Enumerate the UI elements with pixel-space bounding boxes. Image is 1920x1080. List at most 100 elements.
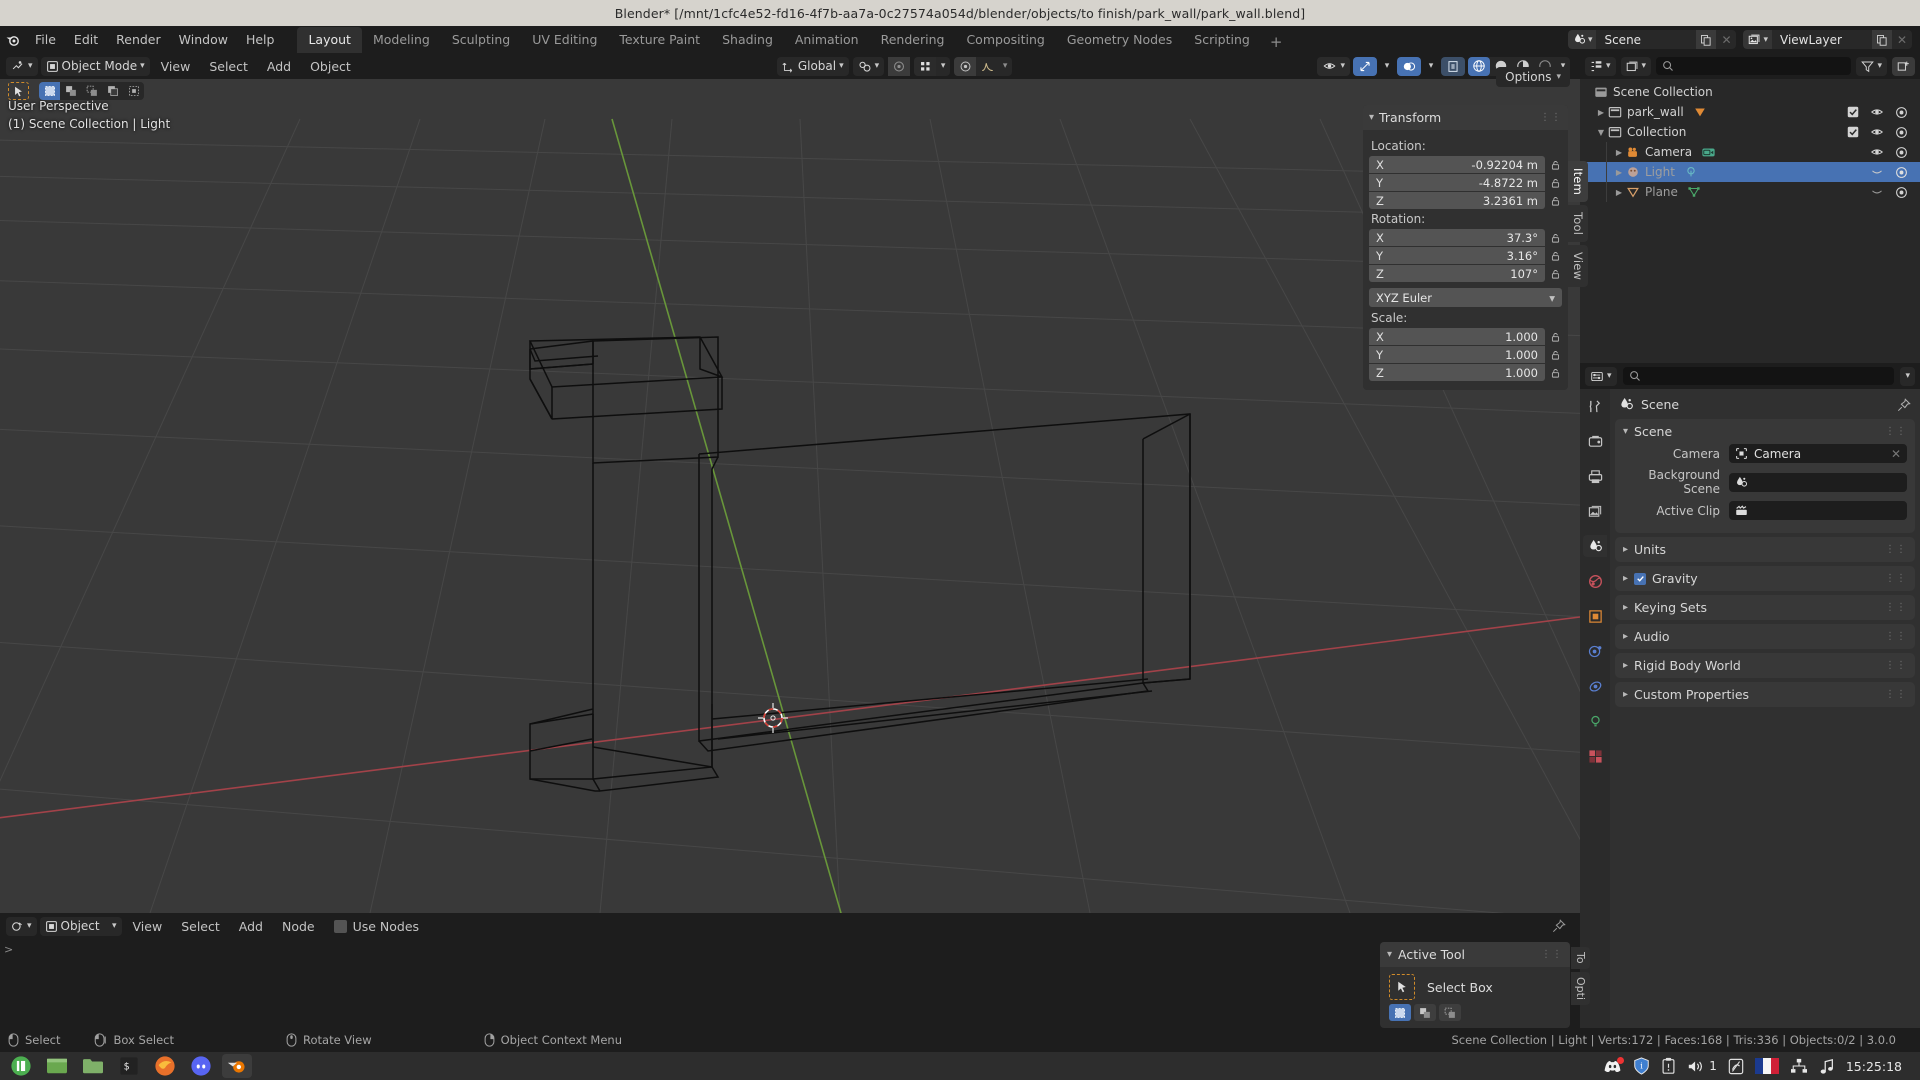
- remove-viewlayer-button[interactable]: ✕: [1892, 30, 1912, 49]
- lock-location-y-icon[interactable]: [1549, 175, 1562, 190]
- viewport-menu-add[interactable]: Add: [259, 56, 299, 77]
- sidebar-tab-tool[interactable]: Tool: [1568, 204, 1588, 243]
- viewlayer-name-field[interactable]: ViewLayer: [1772, 30, 1872, 49]
- outliner-display-mode-selector[interactable]: ▾: [1620, 56, 1652, 76]
- scale-y-field[interactable]: Y 1.000: [1369, 346, 1545, 363]
- scale-z-field[interactable]: Z 1.000: [1369, 364, 1545, 381]
- lock-scale-y-icon[interactable]: [1549, 347, 1562, 362]
- workspace-tab-sculpting[interactable]: Sculpting: [441, 27, 521, 53]
- viewlayer-icon[interactable]: ▾: [1743, 30, 1772, 49]
- falloff-dropdown-chevron-icon[interactable]: ▾: [998, 57, 1012, 76]
- select-new-mode-icon[interactable]: [1389, 1004, 1411, 1021]
- scene-camera-field[interactable]: Camera ✕: [1729, 444, 1907, 463]
- node-menu-node[interactable]: Node: [274, 916, 323, 937]
- pin-icon[interactable]: [1552, 919, 1566, 933]
- workspace-tab-texture-paint[interactable]: Texture Paint: [608, 27, 711, 53]
- properties-tab-constraints[interactable]: [1583, 675, 1607, 697]
- rotation-mode-selector[interactable]: XYZ Euler ▾: [1369, 288, 1562, 307]
- units-panel-header[interactable]: ▸ Units ⋮⋮: [1615, 537, 1915, 562]
- location-z-field[interactable]: Z 3.2361 m: [1369, 192, 1545, 209]
- use-nodes-checkbox[interactable]: [333, 919, 347, 933]
- outliner-row-park-wall[interactable]: ▶ park_wall: [1580, 102, 1920, 122]
- node-tree-type-selector[interactable]: Object ▾: [39, 916, 122, 936]
- discord-icon[interactable]: [186, 1054, 216, 1078]
- gravity-panel-header[interactable]: ▸ Gravity ⋮⋮: [1615, 566, 1915, 591]
- select-invert-icon[interactable]: [102, 82, 123, 100]
- properties-tab-world[interactable]: [1583, 570, 1607, 592]
- lock-rotation-y-icon[interactable]: [1549, 248, 1562, 263]
- custom-properties-panel-header[interactable]: ▸ Custom Properties ⋮⋮: [1615, 682, 1915, 707]
- render-visibility-icon[interactable]: [1895, 106, 1908, 119]
- properties-tab-physics[interactable]: [1583, 640, 1607, 662]
- panel-drag-dots-icon[interactable]: ⋮⋮: [1885, 426, 1907, 437]
- pin-id-icon[interactable]: [1897, 397, 1911, 412]
- properties-tab-viewlayer[interactable]: [1583, 500, 1607, 522]
- lock-scale-z-icon[interactable]: [1549, 365, 1562, 380]
- node-sidebar-tab-tool[interactable]: To: [1571, 947, 1590, 969]
- outliner-row-light[interactable]: ▶ Light: [1580, 162, 1920, 182]
- lock-rotation-x-icon[interactable]: [1549, 230, 1562, 245]
- shading-wireframe-button[interactable]: [1468, 56, 1490, 76]
- active-clip-field[interactable]: [1729, 501, 1907, 520]
- location-x-field[interactable]: X -0.92204 m: [1369, 156, 1545, 173]
- transform-orientation-selector[interactable]: Global ▾: [776, 56, 849, 76]
- outliner-row-camera[interactable]: ▶ Camera: [1580, 142, 1920, 162]
- outliner-row-scene-collection[interactable]: Scene Collection: [1580, 82, 1920, 102]
- new-scene-button[interactable]: [1696, 30, 1717, 49]
- rotation-z-field[interactable]: Z 107°: [1369, 265, 1545, 282]
- properties-tab-data[interactable]: [1583, 710, 1607, 732]
- workspace-tab-rendering[interactable]: Rendering: [870, 27, 956, 53]
- use-nodes-toggle[interactable]: Use Nodes: [333, 919, 419, 934]
- visibility-eye-icon[interactable]: [1870, 126, 1884, 138]
- select-subtract-mode-icon[interactable]: [1439, 1004, 1461, 1021]
- workspace-tab-uv-editing[interactable]: UV Editing: [521, 27, 608, 53]
- checkbox-enabled-icon[interactable]: [1847, 106, 1859, 118]
- select-intersect-icon[interactable]: [123, 82, 144, 100]
- volume-control[interactable]: 1: [1687, 1059, 1717, 1074]
- gravity-checkbox[interactable]: [1634, 572, 1647, 585]
- properties-tab-render[interactable]: [1583, 430, 1607, 452]
- select-extend-icon[interactable]: [60, 82, 81, 100]
- node-menu-add[interactable]: Add: [231, 916, 271, 937]
- scene-selector[interactable]: ▾ Scene ✕: [1567, 30, 1737, 49]
- active-tool-panel-header[interactable]: ▾ Active Tool ⋮⋮: [1380, 942, 1570, 967]
- panel-drag-dots-icon[interactable]: ⋮⋮: [1540, 112, 1562, 123]
- location-y-field[interactable]: Y -4.8722 m: [1369, 174, 1545, 191]
- overlays-dropdown-chevron-icon[interactable]: ▾: [1424, 57, 1438, 76]
- clear-camera-icon[interactable]: ✕: [1891, 447, 1901, 461]
- music-note-icon[interactable]: [1819, 1058, 1835, 1075]
- panel-drag-dots-icon[interactable]: ⋮⋮: [1885, 660, 1907, 671]
- overlays-toggle-button[interactable]: [1397, 56, 1421, 76]
- viewlayer-selector[interactable]: ▾ ViewLayer ✕: [1743, 30, 1912, 49]
- workspace-tab-scripting[interactable]: Scripting: [1183, 27, 1261, 53]
- lock-scale-x-icon[interactable]: [1549, 329, 1562, 344]
- new-viewlayer-button[interactable]: [1872, 30, 1892, 49]
- panel-drag-dots-icon[interactable]: ⋮⋮: [1541, 949, 1563, 960]
- properties-editor-type-selector[interactable]: ▾: [1585, 366, 1617, 386]
- workspace-tab-geometry-nodes[interactable]: Geometry Nodes: [1056, 27, 1183, 53]
- workspace-tab-shading[interactable]: Shading: [711, 27, 784, 53]
- scene-name-field[interactable]: Scene: [1596, 30, 1697, 49]
- viewport-menu-select[interactable]: Select: [201, 56, 256, 77]
- properties-options-button[interactable]: ▾: [1900, 366, 1915, 386]
- expand-twisty-icon[interactable]: ▶: [1612, 188, 1626, 197]
- viewport-3d-scene[interactable]: [0, 79, 1580, 913]
- visibility-eye-icon[interactable]: ▾: [1317, 56, 1350, 76]
- expand-twisty-icon[interactable]: ▶: [1594, 108, 1608, 117]
- console-icon[interactable]: $: [114, 1054, 144, 1078]
- menu-help[interactable]: Help: [237, 28, 284, 51]
- proportional-editing-toggle-icon[interactable]: [954, 56, 977, 76]
- lock-location-x-icon[interactable]: [1549, 157, 1562, 172]
- node-editor-canvas[interactable]: >: [0, 939, 1580, 1028]
- menu-render[interactable]: Render: [107, 28, 170, 51]
- viewport-menu-view[interactable]: View: [153, 56, 199, 77]
- workspace-tab-animation[interactable]: Animation: [784, 27, 870, 53]
- properties-tab-tool[interactable]: [1583, 395, 1607, 417]
- rigid-body-world-panel-header[interactable]: ▸ Rigid Body World ⋮⋮: [1615, 653, 1915, 678]
- keyboard-layout-flag-icon[interactable]: [1754, 1058, 1779, 1074]
- viewport-menu-object[interactable]: Object: [302, 56, 359, 77]
- scene-icon[interactable]: ▾: [1567, 30, 1597, 49]
- render-visibility-icon[interactable]: [1895, 126, 1908, 139]
- visibility-closed-eye-icon[interactable]: [1870, 166, 1884, 178]
- properties-search-input[interactable]: [1622, 367, 1895, 385]
